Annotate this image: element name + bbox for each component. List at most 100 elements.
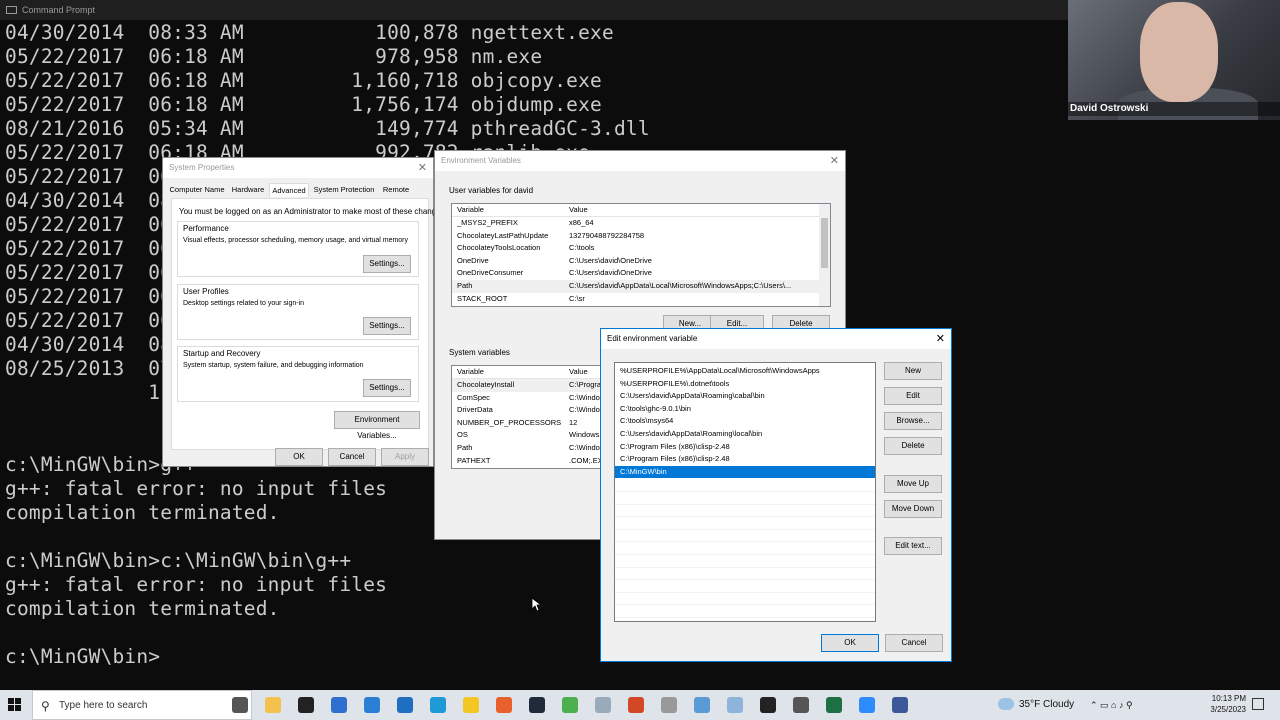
edit-env-edit-text-button[interactable]: Edit text... [884, 537, 942, 555]
variable-row[interactable]: ChocolateyInstall C:\Progra [452, 379, 610, 392]
path-entry[interactable]: %USERPROFILE%\.dotnet\tools [615, 378, 875, 391]
advanced-tab-panel: You must be logged on as an Administrato… [171, 198, 447, 450]
system-properties-dialog[interactable]: System Properties ✕ Computer Name Hardwar… [162, 157, 447, 467]
terminal-line: 05/22/2017 06 [5, 213, 173, 236]
app-icon[interactable] [298, 697, 314, 713]
environment-variables-button[interactable]: Environment Variables... [334, 411, 420, 440]
settings-icon[interactable] [793, 697, 809, 713]
windows-start-icon[interactable] [8, 698, 22, 712]
variable-name: ChocolateyToolsLocation [457, 243, 541, 253]
weather-text[interactable]: 35°F Cloudy [1019, 690, 1074, 720]
variable-row[interactable]: STACK_ROOT C:\sr [452, 293, 830, 306]
file-explorer-icon[interactable] [265, 697, 281, 713]
path-entries-list[interactable]: %USERPROFILE%\AppData\Local\Microsoft\Wi… [614, 362, 876, 622]
empty-row-line [615, 503, 875, 505]
variable-row[interactable]: OneDriveConsumer C:\Users\david\OneDrive [452, 267, 830, 280]
terminal-icon[interactable] [760, 697, 776, 713]
edit-env-browse-button[interactable]: Browse... [884, 412, 942, 430]
system-properties-titlebar[interactable]: System Properties ✕ [163, 158, 433, 178]
edit-environment-variable-dialog[interactable]: Edit environment variable ✕ %USERPROFILE… [600, 328, 952, 662]
taskbar-search-input[interactable]: ⚲ Type here to search [32, 690, 252, 720]
edge-icon[interactable] [430, 697, 446, 713]
clock-date: 3/25/2023 [1210, 705, 1246, 714]
variable-row[interactable]: OneDrive C:\Users\david\OneDrive [452, 255, 830, 268]
app-icon[interactable] [595, 697, 611, 713]
notepad-icon[interactable] [727, 697, 743, 713]
cancel-button[interactable]: Cancel [328, 448, 376, 466]
chrome-icon[interactable] [562, 697, 578, 713]
path-entry[interactable]: C:\Users\david\AppData\Roaming\cabal\bin [615, 390, 875, 403]
close-icon[interactable]: ✕ [830, 151, 839, 171]
cmd-titlebar[interactable]: Command Prompt [0, 0, 1068, 20]
tab-computer-name[interactable]: Computer Name [167, 183, 227, 197]
taskbar-clock[interactable]: 10:13 PM 3/25/2023 [1196, 693, 1246, 715]
ok-button[interactable]: OK [275, 448, 323, 466]
path-entry[interactable]: C:\Users\david\AppData\Roaming\local\bin [615, 428, 875, 441]
edit-env-cancel-button[interactable]: Cancel [885, 634, 943, 652]
edit-env-ok-button[interactable]: OK [821, 634, 879, 652]
cmd-title-text: Command Prompt [22, 5, 96, 15]
variable-value: 12 [569, 417, 578, 427]
task-view-icon[interactable] [232, 697, 248, 713]
variable-row[interactable]: Path C:\Windo [452, 442, 610, 455]
variable-row[interactable]: ComSpec C:\Windo [452, 392, 610, 405]
tab-advanced[interactable]: Advanced [269, 183, 309, 197]
variable-value: C:\Windo [569, 392, 600, 402]
path-entry[interactable]: C:\tools\msys64 [615, 415, 875, 428]
performance-desc: Visual effects, processor scheduling, me… [183, 237, 409, 244]
variable-row[interactable]: ChocolateyToolsLocation C:\tools [452, 242, 830, 255]
variable-row[interactable]: PATHEXT .COM;.EX [452, 455, 610, 468]
edit-env-move-down-button[interactable]: Move Down [884, 500, 942, 518]
edit-env-delete-button[interactable]: Delete [884, 437, 942, 455]
apply-button[interactable]: Apply [381, 448, 429, 466]
path-entry[interactable]: C:\Program Files (x86)\clisp-2.48 [615, 441, 875, 454]
close-icon[interactable]: ✕ [936, 329, 945, 349]
startup-settings-button[interactable]: Settings... [363, 379, 411, 397]
tab-remote[interactable]: Remote [379, 183, 413, 197]
variable-row[interactable]: ChocolateyLastPathUpdate 1327904887922847… [452, 230, 830, 243]
webcam-person-head [1140, 2, 1218, 102]
environment-variables-titlebar[interactable]: Environment Variables ✕ [435, 151, 845, 171]
path-entry[interactable]: C:\MinGW\bin [615, 465, 875, 479]
user-profiles-title: User Profiles [183, 287, 229, 296]
path-entry[interactable]: %USERPROFILE%\AppData\Local\Microsoft\Wi… [615, 365, 875, 378]
system-properties-tabs: Computer Name Hardware Advanced System Prot… [167, 183, 429, 197]
app-icon[interactable] [463, 697, 479, 713]
app-icon[interactable] [661, 697, 677, 713]
path-entry[interactable]: C:\Program Files (x86)\clisp-2.48 [615, 453, 875, 466]
mail-icon[interactable] [397, 697, 413, 713]
edit-env-edit-button[interactable]: Edit [884, 387, 942, 405]
variable-row[interactable]: NUMBER_OF_PROCESSORS 12 [452, 417, 610, 430]
powerpoint-icon[interactable] [628, 697, 644, 713]
variable-value: C:\Windo [569, 405, 600, 415]
close-icon[interactable]: ✕ [418, 158, 427, 178]
firefox-icon[interactable] [496, 697, 512, 713]
excel-icon[interactable] [826, 697, 842, 713]
user-profiles-settings-button[interactable]: Settings... [363, 317, 411, 335]
variable-row[interactable]: DriverData C:\Windo [452, 404, 610, 417]
variable-value: Windows [569, 430, 600, 440]
zoom-icon[interactable] [859, 697, 875, 713]
tab-system-protection[interactable]: System Protection [311, 183, 377, 197]
store-icon[interactable] [364, 697, 380, 713]
variable-row[interactable]: Path C:\Users\david\AppData\Local\Microso… [452, 280, 830, 293]
variable-name: ComSpec [457, 392, 490, 402]
performance-settings-button[interactable]: Settings... [363, 255, 411, 273]
system-variables-list[interactable]: Variable Value ChocolateyInstall C:\Progr… [451, 365, 611, 469]
notifications-icon[interactable] [1252, 698, 1264, 710]
system-tray-icons[interactable]: ⌃ ▭ ⌂ ♪ ⚲ [1090, 690, 1133, 720]
vscode-icon[interactable] [529, 697, 545, 713]
app-icon[interactable] [331, 697, 347, 713]
variable-row[interactable]: _MSYS2_PREFIX x86_64 [452, 217, 830, 230]
path-entry[interactable]: C:\tools\ghc-9.0.1\bin [615, 403, 875, 416]
variable-row[interactable]: OS Windows [452, 429, 610, 442]
edit-env-new-button[interactable]: New [884, 362, 942, 380]
terminal-line: g++: fatal error: no input files [5, 477, 388, 500]
edit-env-move-up-button[interactable]: Move Up [884, 475, 942, 493]
app-icon[interactable] [892, 697, 908, 713]
edit-env-titlebar[interactable]: Edit environment variable ✕ [601, 329, 951, 349]
tab-hardware[interactable]: Hardware [229, 183, 267, 197]
user-variables-list[interactable]: Variable Value _MSYS2_PREFIX x86_64 Chocol… [451, 203, 831, 307]
app-icon[interactable] [694, 697, 710, 713]
webcam-video: David Ostrowski [1068, 0, 1280, 120]
